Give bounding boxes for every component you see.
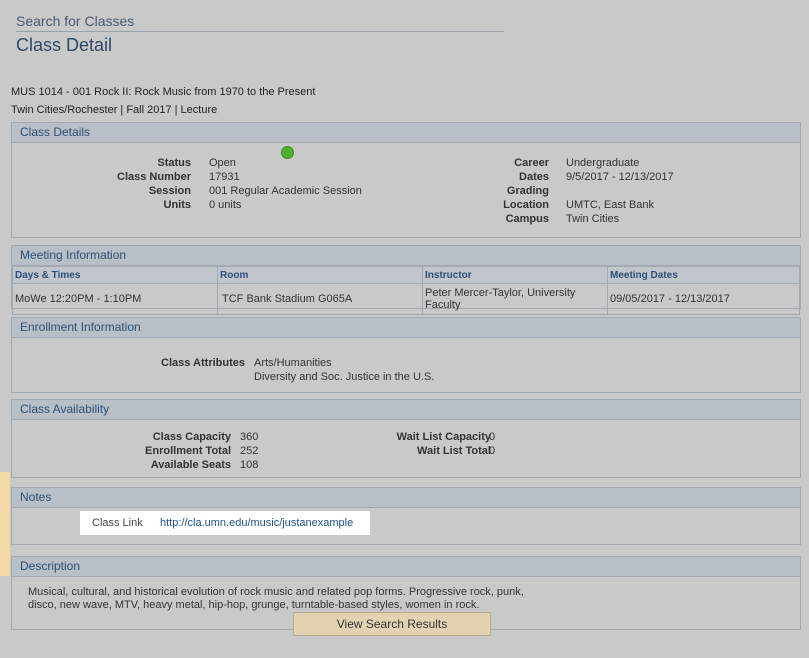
room-cell: TCF Bank Stadium G065A xyxy=(217,283,423,315)
meeting-dates-cell: 09/05/2017 - 12/13/2017 xyxy=(607,283,800,315)
enrollment-total-value: 252 xyxy=(240,445,259,457)
column-meeting-dates: Meeting Dates xyxy=(607,266,800,284)
location-value: UMTC, East Bank xyxy=(566,199,655,211)
table-row: MoWe 12:20PM - 1:10PM TCF Bank Stadium G… xyxy=(12,283,800,315)
available-seats-label: Available Seats xyxy=(150,459,231,471)
left-accent-bar xyxy=(0,472,10,576)
column-room: Room xyxy=(217,266,423,284)
units-label: Units xyxy=(163,199,192,211)
class-number-value: 17931 xyxy=(209,171,240,183)
career-label: Career xyxy=(514,157,549,169)
waitlist-capacity-value: 0 xyxy=(489,431,496,443)
class-capacity-label: Class Capacity xyxy=(152,431,231,443)
campus-value: Twin Cities xyxy=(566,213,620,225)
class-attribute-1: Arts/Humanities xyxy=(254,357,332,369)
grading-label: Grading xyxy=(506,185,549,197)
dates-value: 9/5/2017 - 12/13/2017 xyxy=(566,171,674,183)
session-value: 001 Regular Academic Session xyxy=(209,185,362,197)
class-attribute-2: Diversity and Soc. Justice in the U.S. xyxy=(254,371,435,383)
description-header: Description xyxy=(12,557,800,577)
view-search-results-button[interactable]: View Search Results xyxy=(293,612,491,636)
column-days-times: Days & Times xyxy=(12,266,218,284)
class-availability-header: Class Availability xyxy=(12,400,800,420)
status-value: Open xyxy=(209,157,236,169)
enrollment-total-label: Enrollment Total xyxy=(145,445,231,457)
enrollment-info-header: Enrollment Information xyxy=(12,318,800,338)
days-times-cell: MoWe 12:20PM - 1:10PM xyxy=(12,283,218,315)
class-details-header: Class Details xyxy=(12,123,800,143)
column-instructor: Instructor xyxy=(422,266,608,284)
waitlist-capacity-label: Wait List Capacity xyxy=(396,431,491,443)
campus-label: Campus xyxy=(505,213,549,225)
meeting-info-header: Meeting Information xyxy=(12,246,800,266)
class-title-line: MUS 1014 - 001 Rock II: Rock Music from … xyxy=(11,86,316,98)
class-link-label: Class Link xyxy=(92,517,143,529)
class-subtitle-line: Twin Cities/Rochester | Fall 2017 | Lect… xyxy=(11,104,218,116)
class-capacity-value: 360 xyxy=(240,431,259,443)
instructor-cell: Peter Mercer-Taylor, University Faculty xyxy=(422,283,608,315)
waitlist-total-label: Wait List Total xyxy=(417,445,491,457)
career-value: Undergraduate xyxy=(566,157,640,169)
class-link[interactable]: http://cla.umn.edu/music/justanexample xyxy=(160,511,353,535)
class-attributes-label: Class Attributes xyxy=(161,357,245,369)
meeting-table: Days & Times Room Instructor Meeting Dat… xyxy=(12,266,800,315)
dates-label: Dates xyxy=(519,171,549,183)
location-label: Location xyxy=(503,199,549,211)
notes-header: Notes xyxy=(12,488,800,508)
class-link-box: Class Link http://cla.umn.edu/music/just… xyxy=(80,511,370,535)
class-number-label: Class Number xyxy=(117,171,191,183)
page-title: Class Detail xyxy=(16,35,113,55)
meeting-table-header-row: Days & Times Room Instructor Meeting Dat… xyxy=(12,266,800,284)
status-label: Status xyxy=(157,157,191,169)
meeting-info-panel: Meeting Information Days & Times Room In… xyxy=(11,245,801,315)
session-label: Session xyxy=(148,185,191,197)
breadcrumb[interactable]: Search for Classes xyxy=(16,13,504,32)
status-open-icon xyxy=(281,146,294,159)
waitlist-total-value: 0 xyxy=(489,445,496,457)
available-seats-value: 108 xyxy=(240,459,259,471)
units-value: 0 units xyxy=(209,199,242,211)
description-text: Musical, cultural, and historical evolut… xyxy=(28,586,524,611)
